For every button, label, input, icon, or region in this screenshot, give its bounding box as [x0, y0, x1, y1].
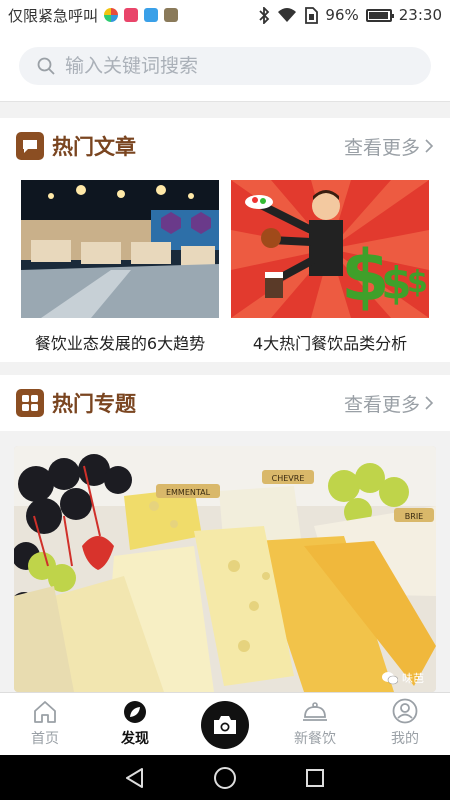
topic-banner[interactable]: EMMENTAL CHEVRE BRIE 味芭: [14, 446, 436, 692]
cheese-label: EMMENTAL: [166, 488, 211, 497]
app-notification-icon: [144, 8, 159, 22]
nav-label: 首页: [31, 731, 59, 747]
status-left: 仅限紧急呼叫: [8, 5, 258, 26]
home-icon: [34, 701, 56, 723]
cheese-label: CHEVRE: [272, 474, 305, 483]
hot-topics-more-link[interactable]: 查看更多: [344, 390, 434, 417]
search-bar[interactable]: [19, 47, 431, 85]
svg-text:$: $: [407, 265, 428, 300]
recents-button[interactable]: [304, 767, 326, 789]
cheese-platter-image: EMMENTAL CHEVRE BRIE: [14, 446, 436, 692]
clock: 23:30: [398, 6, 442, 24]
search-input[interactable]: [65, 55, 385, 77]
article-title: 餐饮业态发展的6大趋势: [34, 334, 206, 353]
wechat-icon: [382, 671, 398, 684]
app-notification-icon: [124, 8, 139, 22]
nav-new-catering[interactable]: 新餐饮: [270, 693, 360, 755]
nav-discover[interactable]: 发现: [90, 693, 180, 755]
article-title: 4大热门餐饮品类分析: [252, 334, 408, 353]
recents-square-icon: [306, 768, 325, 787]
battery-percent: 96%: [325, 6, 359, 24]
system-nav-bar: [0, 755, 450, 800]
nav-label: 我的: [391, 731, 419, 747]
search-area: [0, 30, 450, 102]
app-notification-icon: [104, 8, 119, 22]
discover-icon: [124, 701, 146, 723]
nav-label: 发现: [121, 731, 149, 747]
bluetooth-icon: [259, 6, 270, 24]
watermark: 味芭: [382, 670, 424, 686]
back-triangle-icon: [125, 767, 143, 788]
chevron-right-icon: [425, 396, 434, 410]
hot-topics-title: 热门专题: [52, 392, 136, 416]
search-icon: [37, 57, 55, 75]
businessman-money-image: $ $ $: [231, 180, 429, 318]
hot-articles-list: 餐饮业态发展的6大趋势 $ $ $ 4大热门餐饮品类分析: [0, 174, 450, 362]
see-more-label: 查看更多: [343, 393, 420, 416]
grid-icon: [16, 389, 44, 417]
watermark-text: 味芭: [402, 672, 424, 685]
camera-button[interactable]: [201, 701, 249, 749]
nav-home[interactable]: 首页: [0, 693, 90, 755]
wifi-icon: [278, 8, 297, 22]
see-more-label: 查看更多: [343, 136, 420, 159]
restaurant-interior-image: [21, 180, 219, 318]
home-circle-icon: [213, 766, 236, 789]
home-system-button[interactable]: [213, 766, 237, 790]
cloche-icon: [303, 702, 327, 721]
speech-bubble-icon: [16, 132, 44, 160]
battery-level-fill: [368, 11, 388, 19]
profile-icon: [392, 698, 418, 724]
status-bar: 仅限紧急呼叫 96% 23:30: [0, 0, 450, 30]
camera-icon: [214, 716, 236, 734]
chevron-right-icon: [425, 139, 434, 153]
nav-label: 新餐饮: [294, 731, 336, 747]
article-card[interactable]: 餐饮业态发展的6大趋势: [21, 180, 219, 354]
back-button[interactable]: [124, 767, 146, 789]
hot-articles-more-link[interactable]: 查看更多: [344, 133, 434, 160]
battery-icon: [365, 8, 394, 22]
status-right: 96% 23:30: [258, 6, 442, 24]
hot-articles-header: 热门文章 查看更多: [0, 118, 450, 174]
bottom-nav: 首页 发现 新餐饮 我的: [0, 692, 450, 755]
sim-icon: [305, 6, 319, 24]
cheese-label: BRIE: [405, 512, 423, 521]
hot-topics-header: 热门专题 查看更多: [0, 375, 450, 431]
nav-profile[interactable]: 我的: [360, 693, 450, 755]
app-notification-icon: [164, 8, 179, 22]
emergency-call-text: 仅限紧急呼叫: [8, 6, 99, 25]
hot-articles-title: 热门文章: [52, 135, 136, 159]
article-card[interactable]: $ $ $ 4大热门餐饮品类分析: [231, 180, 429, 354]
